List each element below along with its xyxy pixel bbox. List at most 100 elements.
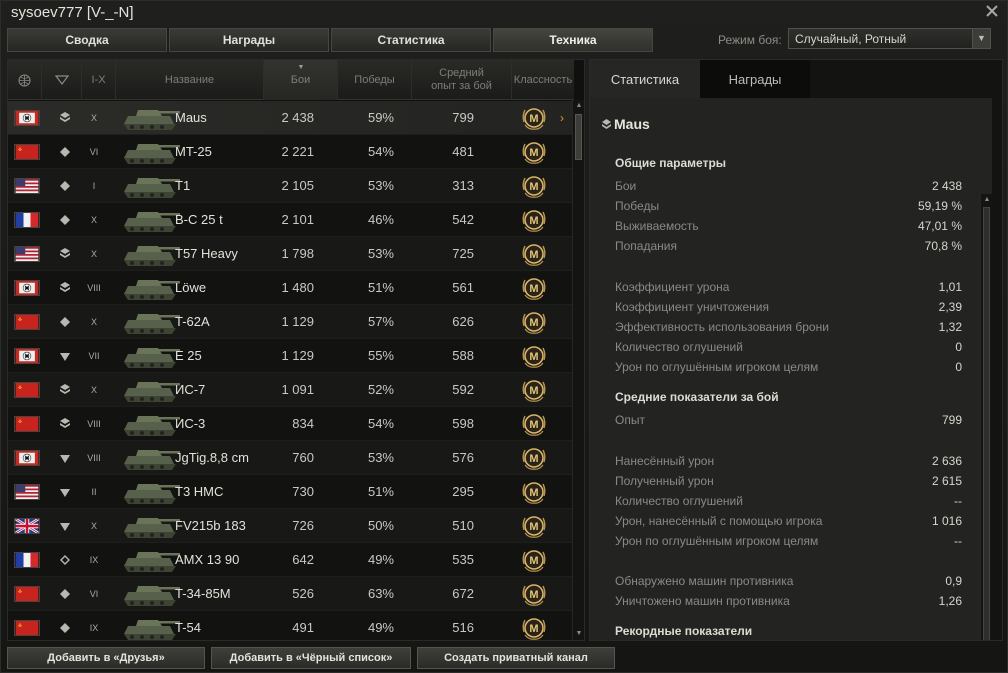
- scroll-up-icon[interactable]: ▲: [982, 195, 992, 205]
- mastery-badge-text: M: [529, 181, 538, 193]
- table-scrollbar[interactable]: ▲ ▼: [572, 100, 584, 640]
- table-row[interactable]: X Maus 2 438 59% 799 M ›: [8, 101, 574, 135]
- column-avg-xp[interactable]: Средний опыт за бой: [412, 60, 512, 100]
- tank-icon: [124, 314, 180, 334]
- medium-class-icon: [60, 317, 70, 327]
- column-battles-label: Бои: [290, 73, 311, 86]
- tank-icon: [124, 110, 180, 130]
- vehicle-battles: 2 105: [281, 178, 314, 193]
- vehicle-name: T1: [175, 178, 191, 193]
- scroll-thumb[interactable]: [983, 207, 990, 640]
- battle-mode-select[interactable]: Случайный, Ротный ▼: [788, 28, 991, 49]
- vehicle-tier: VIII: [87, 283, 101, 293]
- stat-label: Попадания: [615, 239, 677, 253]
- tab-vehicle-statistics[interactable]: Статистика: [590, 60, 700, 98]
- table-row[interactable]: VIII ИС-3 834 54% 598 M: [8, 407, 574, 441]
- column-wins[interactable]: Победы: [338, 60, 412, 100]
- mastery-badge-icon: M: [522, 210, 546, 232]
- profile-window: sysoev777 [V-_-N] Сводка Награды Статист…: [0, 0, 1008, 673]
- create-private-channel-button[interactable]: Создать приватный канал: [417, 647, 615, 669]
- vehicle-battles: 834: [292, 416, 314, 431]
- mastery-badge-text: M: [529, 419, 538, 431]
- add-friend-button[interactable]: Добавить в «Друзья»: [7, 647, 205, 669]
- table-row[interactable]: VI MT-25 2 221 54% 481 M: [8, 135, 574, 169]
- vehicle-avg-xp: 598: [452, 416, 474, 431]
- battle-mode-label: Режим боя:: [718, 33, 782, 47]
- column-battles[interactable]: ▼ Бои: [264, 60, 338, 100]
- vehicle-name: MT-25: [175, 144, 212, 159]
- scroll-thumb[interactable]: [575, 114, 582, 160]
- scroll-up-icon[interactable]: ▲: [574, 101, 584, 111]
- tab-vehicle-awards[interactable]: Награды: [700, 60, 810, 98]
- vehicle-avg-xp: 516: [452, 620, 474, 635]
- main-tabs: Сводка Награды Статистика Техника: [7, 28, 655, 52]
- table-row[interactable]: IX T-54 491 49% 516 M: [8, 611, 574, 640]
- stat-value: 2 615: [931, 474, 962, 488]
- panel-scrollbar[interactable]: ▲ ▼: [980, 194, 992, 640]
- tank-icon: [124, 518, 180, 538]
- table-row[interactable]: I T1 2 105 53% 313 M: [8, 169, 574, 203]
- column-class[interactable]: [42, 60, 82, 100]
- vehicle-name: Maus: [175, 110, 207, 125]
- mastery-badge-icon: M: [522, 448, 546, 470]
- section-title: Средние показатели за бой: [615, 390, 779, 404]
- table-row[interactable]: VII E 25 1 129 55% 588 M: [8, 339, 574, 373]
- chevron-down-icon[interactable]: ▼: [972, 29, 990, 48]
- flag-usa-icon: [14, 484, 40, 500]
- tab-vehicles[interactable]: Техника: [493, 28, 653, 52]
- column-mastery[interactable]: Классность: [512, 60, 574, 100]
- stat-row: Опыт 799: [615, 411, 962, 429]
- table-row[interactable]: X FV215b 183 726 50% 510 M: [8, 509, 574, 543]
- stat-value: 0: [955, 360, 962, 374]
- table-row[interactable]: VIII Löwe 1 480 51% 561 M: [8, 271, 574, 305]
- mastery-badge-text: M: [529, 453, 538, 465]
- stat-value: 1 016: [931, 514, 962, 528]
- flag-ussr-icon: [14, 382, 40, 398]
- table-row[interactable]: X T-62A 1 129 57% 626 M: [8, 305, 574, 339]
- stat-value: 59,19 %: [917, 199, 962, 213]
- table-row[interactable]: X B-C 25 t 2 101 46% 542 M: [8, 203, 574, 237]
- mastery-badge-icon: M: [522, 278, 546, 300]
- vehicle-class-icon: [54, 75, 69, 85]
- heavy-class-icon: [60, 418, 70, 428]
- column-nation[interactable]: [8, 60, 42, 100]
- table-row[interactable]: X ИС-7 1 091 52% 592 M: [8, 373, 574, 407]
- vehicle-tier: VIII: [87, 419, 101, 429]
- stat-label: Выживаемость: [615, 219, 699, 233]
- heavy-class-icon: [60, 384, 70, 394]
- scroll-down-icon[interactable]: ▼: [574, 629, 584, 639]
- stat-label: Коэффициент урона: [615, 280, 730, 294]
- stat-row: Попадания 70,8 %: [615, 237, 962, 255]
- add-blacklist-button[interactable]: Добавить в «Чёрный список»: [211, 647, 411, 669]
- stat-label: Эффективность использования брони: [615, 320, 829, 334]
- table-row[interactable]: II T3 HMC 730 51% 295 M: [8, 475, 574, 509]
- close-icon[interactable]: [985, 4, 999, 18]
- flag-ussr-icon: [14, 314, 40, 330]
- stat-value: 0,9: [945, 574, 962, 588]
- stat-label: Урон по оглушённым игроком целям: [615, 360, 819, 374]
- table-row[interactable]: IX AMX 13 90 642 49% 535 M: [8, 543, 574, 577]
- stat-value: 2 438: [931, 179, 962, 193]
- tab-awards[interactable]: Награды: [169, 28, 329, 52]
- vehicle-name: T3 HMC: [175, 484, 224, 499]
- flag-ussr-icon: [14, 416, 40, 432]
- stat-label: Уничтожено машин противника: [615, 594, 790, 608]
- table-row[interactable]: X T57 Heavy 1 798 53% 725 M: [8, 237, 574, 271]
- vehicle-battles: 1 129: [281, 314, 314, 329]
- vehicle-name: T-34-85M: [175, 586, 231, 601]
- tank-icon: [124, 586, 180, 606]
- tab-summary[interactable]: Сводка: [7, 28, 167, 52]
- vehicle-battles: 760: [292, 450, 314, 465]
- stat-value: 70,8 %: [924, 239, 962, 253]
- mastery-badge-text: M: [529, 521, 538, 533]
- table-row[interactable]: VI T-34-85M 526 63% 672 M: [8, 577, 574, 611]
- tab-statistics[interactable]: Статистика: [331, 28, 491, 52]
- table-row[interactable]: VIII JgTig.8,8 cm 760 53% 576 M: [8, 441, 574, 475]
- mastery-badge-text: M: [529, 215, 538, 227]
- column-name[interactable]: Название: [116, 60, 264, 100]
- column-tier[interactable]: I-X: [82, 60, 116, 100]
- stat-row: Урон по оглушённым игроком целям 0: [615, 358, 962, 376]
- vehicle-name: JgTig.8,8 cm: [175, 450, 249, 465]
- vehicle-name: ИС-7: [175, 382, 206, 397]
- vehicle-tier: X: [90, 249, 97, 259]
